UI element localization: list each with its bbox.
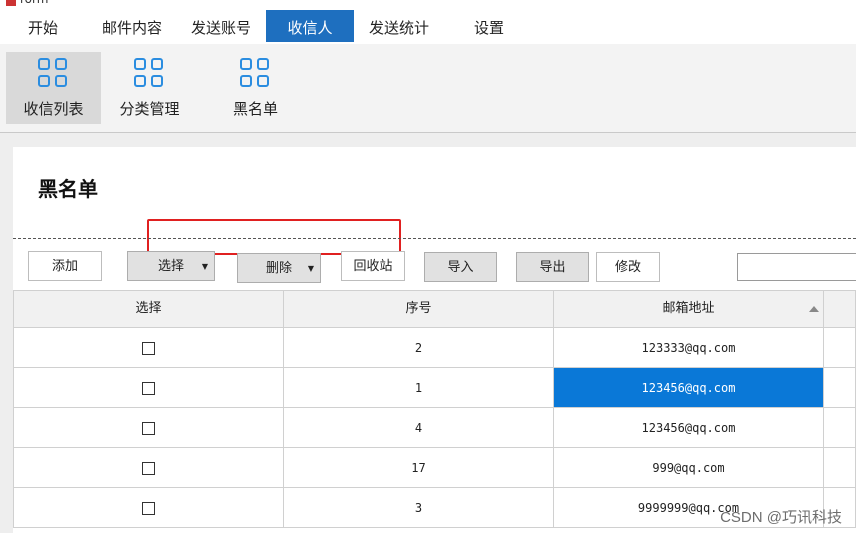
row-checkbox[interactable] [142,422,155,435]
extra-cell [824,368,856,408]
grid-icon [239,58,272,90]
window-title: rorm [20,0,48,6]
ribbon-label: 分类管理 [119,100,180,118]
export-button[interactable]: 导出 [516,252,589,282]
row-checkbox[interactable] [142,382,155,395]
select-cell [13,328,284,368]
sort-asc-icon [809,306,819,312]
import-button[interactable]: 导入 [424,252,497,282]
extra-cell [824,448,856,488]
menu-settings[interactable]: 设置 [458,10,520,42]
divider [13,238,856,239]
ribbon-recipient-list-button[interactable]: 收信列表 [6,52,101,124]
table-row[interactable]: 2 123333@qq.com [13,328,856,368]
select-cell [13,408,284,448]
menu-recipients[interactable]: 收信人 [266,10,354,42]
row-checkbox[interactable] [142,502,155,515]
table-row[interactable]: 1 123456@qq.com [13,368,856,408]
menu-mail-content[interactable]: 邮件内容 [90,10,174,42]
column-header-select[interactable]: 选择 [13,290,284,328]
ribbon-blacklist-button[interactable]: 黑名单 [208,52,303,124]
select-label: 选择 [157,259,184,274]
page-title: 黑名单 [38,177,98,201]
email-cell: 123456@qq.com [554,408,824,448]
delete-label: 删除 [265,261,292,276]
email-cell: 123333@qq.com [554,328,824,368]
window-titlebar: rorm [0,0,856,10]
extra-cell [824,408,856,448]
search-input[interactable] [737,253,856,281]
add-button[interactable]: 添加 [28,251,102,281]
ribbon-label: 黑名单 [232,100,278,118]
menu-start[interactable]: 开始 [14,10,72,42]
select-cell [13,488,284,528]
email-cell: 999@qq.com [554,448,824,488]
highlight-box [147,219,401,255]
delete-dropdown-button[interactable]: 删除 ▼ [237,253,321,283]
seq-cell: 17 [284,448,554,488]
watermark: CSDN @巧讯科技 [720,509,842,526]
ribbon-label: 收信列表 [23,100,84,118]
select-cell [13,368,284,408]
seq-cell: 2 [284,328,554,368]
seq-cell: 3 [284,488,554,528]
column-header-email[interactable]: 邮箱地址 [554,290,824,328]
ribbon: 收信列表 分类管理 黑名单 [0,44,856,133]
table-row[interactable]: 4 123456@qq.com [13,408,856,448]
ribbon-category-button[interactable]: 分类管理 [102,52,197,124]
content-panel: 黑名单 添加 选择 ▼ 删除 ▼ 回收站 导入 导出 修改 选择 序号 邮箱地址… [13,147,856,533]
select-cell [13,448,284,488]
column-header-email-label: 邮箱地址 [662,301,715,316]
email-cell-selected: 123456@qq.com [554,368,824,408]
dropdown-arrow-icon: ▼ [201,262,208,271]
seq-cell: 4 [284,408,554,448]
grid-icon [37,58,70,90]
row-checkbox[interactable] [142,462,155,475]
edit-button[interactable]: 修改 [596,252,660,282]
app-icon [6,0,16,6]
table-row[interactable]: 17 999@qq.com [13,448,856,488]
extra-cell [824,328,856,368]
recycle-bin-button[interactable]: 回收站 [341,251,405,281]
grid-icon [133,58,166,90]
menu-bar: 开始 邮件内容 发送账号 收信人 发送统计 设置 [0,10,856,44]
select-dropdown-button[interactable]: 选择 ▼ [127,251,215,281]
dropdown-arrow-icon: ▼ [307,264,314,273]
row-checkbox[interactable] [142,342,155,355]
seq-cell: 1 [284,368,554,408]
column-header-extra [824,290,856,328]
menu-send-stats[interactable]: 发送统计 [358,10,440,42]
menu-send-account[interactable]: 发送账号 [180,10,262,42]
column-header-seq[interactable]: 序号 [284,290,554,328]
